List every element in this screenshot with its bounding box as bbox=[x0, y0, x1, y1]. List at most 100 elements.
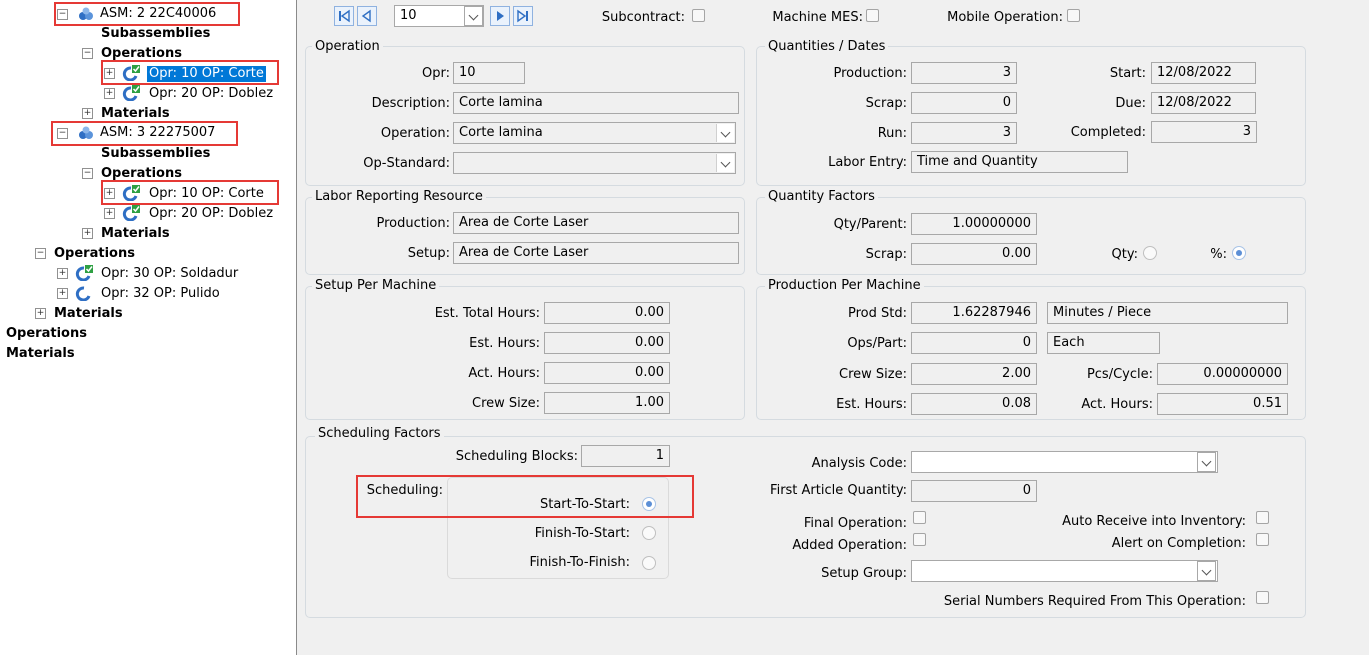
setup-est-hours-field[interactable]: 0.00 bbox=[544, 332, 670, 354]
start-date-field[interactable]: 12/08/2022 bbox=[1151, 62, 1256, 84]
chevron-down-icon[interactable] bbox=[716, 154, 734, 172]
setup-group-combo[interactable] bbox=[911, 560, 1218, 582]
tree-operations[interactable]: Operations bbox=[6, 326, 87, 342]
setup-group-label: Setup Group: bbox=[821, 566, 907, 581]
analysis-code-label: Analysis Code: bbox=[811, 456, 907, 471]
opr-field[interactable]: 10 bbox=[453, 62, 525, 84]
machine-mes-checkbox[interactable] bbox=[866, 9, 879, 22]
production-qty-field[interactable]: 3 bbox=[911, 62, 1017, 84]
expand-icon[interactable]: + bbox=[57, 268, 68, 279]
expand-icon[interactable]: + bbox=[57, 288, 68, 299]
tree-opr-20-doblez[interactable]: Opr: 20 OP: Doblez bbox=[149, 86, 273, 102]
prod-est-hours-field[interactable]: 0.08 bbox=[911, 393, 1037, 415]
completed-field[interactable]: 3 bbox=[1151, 121, 1257, 143]
quantities-dates-title: Quantities / Dates bbox=[765, 39, 889, 54]
tree-opr-20-doblez[interactable]: Opr: 20 OP: Doblez bbox=[149, 206, 273, 222]
description-field[interactable]: Corte lamina bbox=[453, 92, 739, 114]
labor-setup-field[interactable]: Area de Corte Laser bbox=[453, 242, 739, 264]
prod-act-hours-field[interactable]: 0.51 bbox=[1157, 393, 1288, 415]
collapse-icon[interactable]: − bbox=[35, 248, 46, 259]
added-operation-label: Added Operation: bbox=[792, 538, 907, 553]
pcs-cycle-field[interactable]: 0.00000000 bbox=[1157, 363, 1288, 385]
job-tree[interactable]: − ASM: 2 22C40006 Subassemblies − Operat… bbox=[0, 0, 296, 655]
finish-to-finish-radio[interactable] bbox=[642, 556, 656, 570]
description-label: Description: bbox=[371, 96, 450, 111]
previous-record-button[interactable] bbox=[357, 6, 377, 26]
tree-materials[interactable]: Materials bbox=[101, 226, 170, 242]
collapse-icon[interactable]: − bbox=[82, 48, 93, 59]
highlight-box bbox=[54, 2, 240, 26]
setup-est-hours-label: Est. Hours: bbox=[469, 336, 540, 351]
qty-radio[interactable] bbox=[1143, 246, 1157, 260]
chevron-down-icon[interactable] bbox=[1197, 452, 1216, 472]
operation-group-title: Operation bbox=[312, 39, 383, 54]
percent-radio[interactable] bbox=[1232, 246, 1246, 260]
scheduling-blocks-field[interactable]: 1 bbox=[581, 445, 670, 467]
scrap-qty-field[interactable]: 0 bbox=[911, 92, 1017, 114]
prod-act-hours-label: Act. Hours: bbox=[1081, 397, 1153, 412]
setup-act-hours-field[interactable]: 0.00 bbox=[544, 362, 670, 384]
start-date-label: Start: bbox=[1109, 66, 1146, 81]
setup-per-machine-title: Setup Per Machine bbox=[312, 278, 440, 293]
scrap-factor-field[interactable]: 0.00 bbox=[911, 243, 1037, 265]
expand-icon[interactable]: + bbox=[82, 108, 93, 119]
chevron-down-icon[interactable] bbox=[1197, 561, 1216, 581]
prod-crew-size-field[interactable]: 2.00 bbox=[911, 363, 1037, 385]
prod-std-unit-field[interactable]: Minutes / Piece bbox=[1047, 302, 1288, 324]
prod-std-field[interactable]: 1.62287946 bbox=[911, 302, 1037, 324]
op-standard-combo[interactable] bbox=[453, 152, 736, 174]
tree-subassemblies[interactable]: Subassemblies bbox=[101, 26, 210, 42]
first-record-button[interactable] bbox=[334, 6, 354, 26]
labor-entry-field[interactable]: Time and Quantity bbox=[911, 151, 1128, 173]
ops-part-unit-field[interactable]: Each bbox=[1047, 332, 1160, 354]
est-total-hours-label: Est. Total Hours: bbox=[434, 306, 540, 321]
finish-to-start-radio[interactable] bbox=[642, 526, 656, 540]
expand-icon[interactable]: + bbox=[104, 88, 115, 99]
scrap-factor-label: Scrap: bbox=[865, 247, 907, 262]
highlight-box bbox=[101, 180, 279, 205]
qty-parent-field[interactable]: 1.00000000 bbox=[911, 213, 1037, 235]
run-qty-field[interactable]: 3 bbox=[911, 122, 1017, 144]
operation-combo-value: Corte lamina bbox=[459, 125, 543, 140]
opr-label: Opr: bbox=[422, 66, 450, 81]
expand-icon[interactable]: + bbox=[104, 208, 115, 219]
next-record-button[interactable] bbox=[490, 6, 510, 26]
last-icon bbox=[517, 9, 528, 23]
ops-part-label: Ops/Part: bbox=[847, 336, 907, 351]
last-record-button[interactable] bbox=[513, 6, 533, 26]
record-dropdown[interactable] bbox=[462, 5, 484, 27]
tree-opr-32-pulido[interactable]: Opr: 32 OP: Pulido bbox=[101, 286, 220, 302]
labor-production-field[interactable]: Area de Corte Laser bbox=[453, 212, 739, 234]
mobile-operation-checkbox[interactable] bbox=[1067, 9, 1080, 22]
collapse-icon[interactable]: − bbox=[82, 168, 93, 179]
due-date-field[interactable]: 12/08/2022 bbox=[1151, 92, 1256, 114]
first-article-qty-field[interactable]: 0 bbox=[911, 480, 1037, 502]
final-operation-checkbox[interactable] bbox=[913, 511, 926, 524]
tree-materials[interactable]: Materials bbox=[101, 106, 170, 122]
tree-materials[interactable]: Materials bbox=[54, 306, 123, 322]
chevron-down-icon[interactable] bbox=[716, 124, 734, 142]
tree-subassemblies[interactable]: Subassemblies bbox=[101, 146, 210, 162]
operation-icon bbox=[75, 265, 93, 281]
analysis-code-combo[interactable] bbox=[911, 451, 1218, 473]
tree-materials[interactable]: Materials bbox=[6, 346, 75, 362]
setup-crew-size-field[interactable]: 1.00 bbox=[544, 392, 670, 414]
previous-icon bbox=[361, 9, 371, 23]
labor-entry-label: Labor Entry: bbox=[828, 155, 907, 170]
subcontract-checkbox[interactable] bbox=[692, 9, 705, 22]
tree-opr-30-soldadur[interactable]: Opr: 30 OP: Soldadur bbox=[101, 266, 238, 282]
expand-icon[interactable]: + bbox=[35, 308, 46, 319]
operation-combo[interactable]: Corte lamina bbox=[453, 122, 736, 144]
est-total-hours-field[interactable]: 0.00 bbox=[544, 302, 670, 324]
ops-part-field[interactable]: 0 bbox=[911, 332, 1037, 354]
tree-operations[interactable]: Operations bbox=[54, 246, 135, 262]
qty-radio-label: Qty: bbox=[1111, 247, 1138, 262]
finish-to-finish-label: Finish-To-Finish: bbox=[529, 555, 630, 570]
auto-receive-checkbox[interactable] bbox=[1256, 511, 1269, 524]
expand-icon[interactable]: + bbox=[82, 228, 93, 239]
percent-radio-label: %: bbox=[1210, 247, 1227, 262]
scheduling-blocks-label: Scheduling Blocks: bbox=[455, 449, 578, 464]
added-operation-checkbox[interactable] bbox=[913, 533, 926, 546]
serial-numbers-required-checkbox[interactable] bbox=[1256, 591, 1269, 604]
alert-on-completion-checkbox[interactable] bbox=[1256, 533, 1269, 546]
